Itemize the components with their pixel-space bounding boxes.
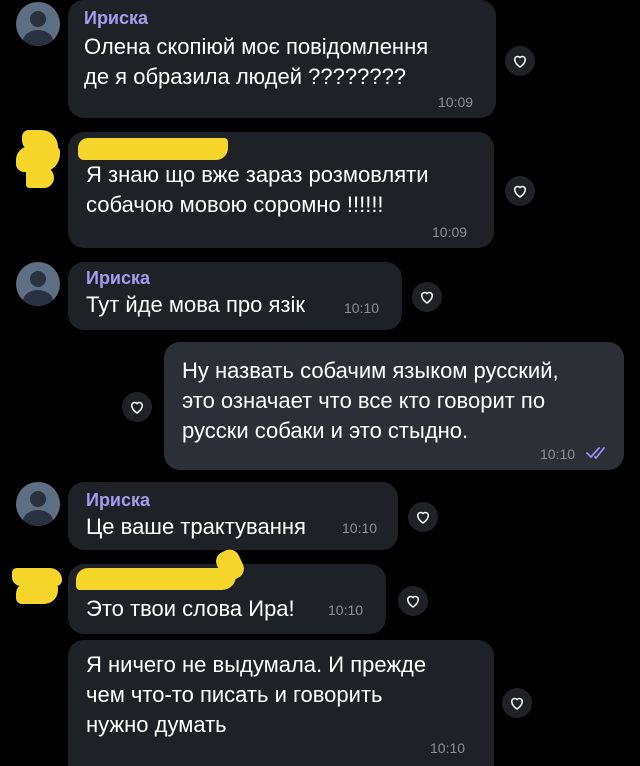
message-bubble[interactable]: Ириска Це ваше трактування 10:10 [68,482,398,550]
message-time: 10:10 [540,446,576,462]
double-check-icon [586,447,605,459]
reaction-button[interactable] [122,392,152,422]
heart-icon [420,291,434,304]
message-text: Я ничего не выдумала. И прежде чем что-т… [86,652,427,737]
message-bubble[interactable]: Ириска Тут йде мова про язік 10:10 [68,262,402,330]
message-time: 10:09 [432,224,468,240]
avatar[interactable] [16,262,60,306]
sender-name[interactable]: Ириска [84,8,148,29]
message-text: Олена скопіюй моє повідомлення де я обра… [84,34,429,89]
sender-name[interactable]: Ириска [86,268,150,289]
sender-name[interactable]: Ириска [86,490,150,511]
avatar[interactable] [14,126,62,192]
reaction-button[interactable] [505,176,535,206]
avatar[interactable] [10,564,66,606]
heart-icon [513,55,527,68]
message-bubble[interactable]: Это твои слова Ира! 10:10 [68,546,386,634]
message-text: Ну назвать собачим языком русский, это о… [182,358,559,443]
reaction-button[interactable] [502,688,532,718]
heart-icon [406,595,420,608]
heart-icon [510,697,524,710]
reaction-button[interactable] [408,502,438,532]
reaction-button[interactable] [398,586,428,616]
redacted-sender-name [78,138,228,160]
message-bubble[interactable]: Ириска Олена скопіюй моє повідомлення де… [68,0,496,118]
message-time: 10:10 [328,602,364,618]
avatar[interactable] [16,2,60,46]
message-bubble[interactable]: Ну назвать собачим языком русский, это о… [164,342,624,470]
person-icon [30,11,46,27]
message-time: 10:10 [344,300,380,316]
message-text: Это твои слова Ира! [86,596,295,621]
message-time: 10:10 [430,740,466,756]
message-time: 10:10 [342,520,378,536]
message-bubble[interactable]: Я ничего не выдумала. И прежде чем что-т… [68,640,494,766]
heart-icon [513,185,527,198]
person-icon [30,271,46,287]
heart-icon [416,511,430,524]
reaction-button[interactable] [505,46,535,76]
reaction-button[interactable] [412,282,442,312]
message-text: Я знаю що вже зараз розмовляти собачою м… [86,162,429,217]
avatar[interactable] [16,482,60,526]
message-bubble[interactable]: Я знаю що вже зараз розмовляти собачою м… [68,132,494,248]
person-icon [30,491,46,507]
message-time: 10:09 [438,94,474,110]
redacted-sender-name [76,568,236,590]
heart-icon [130,401,144,414]
message-text: Це ваше трактування [86,514,306,539]
message-text: Тут йде мова про язік [86,292,306,317]
